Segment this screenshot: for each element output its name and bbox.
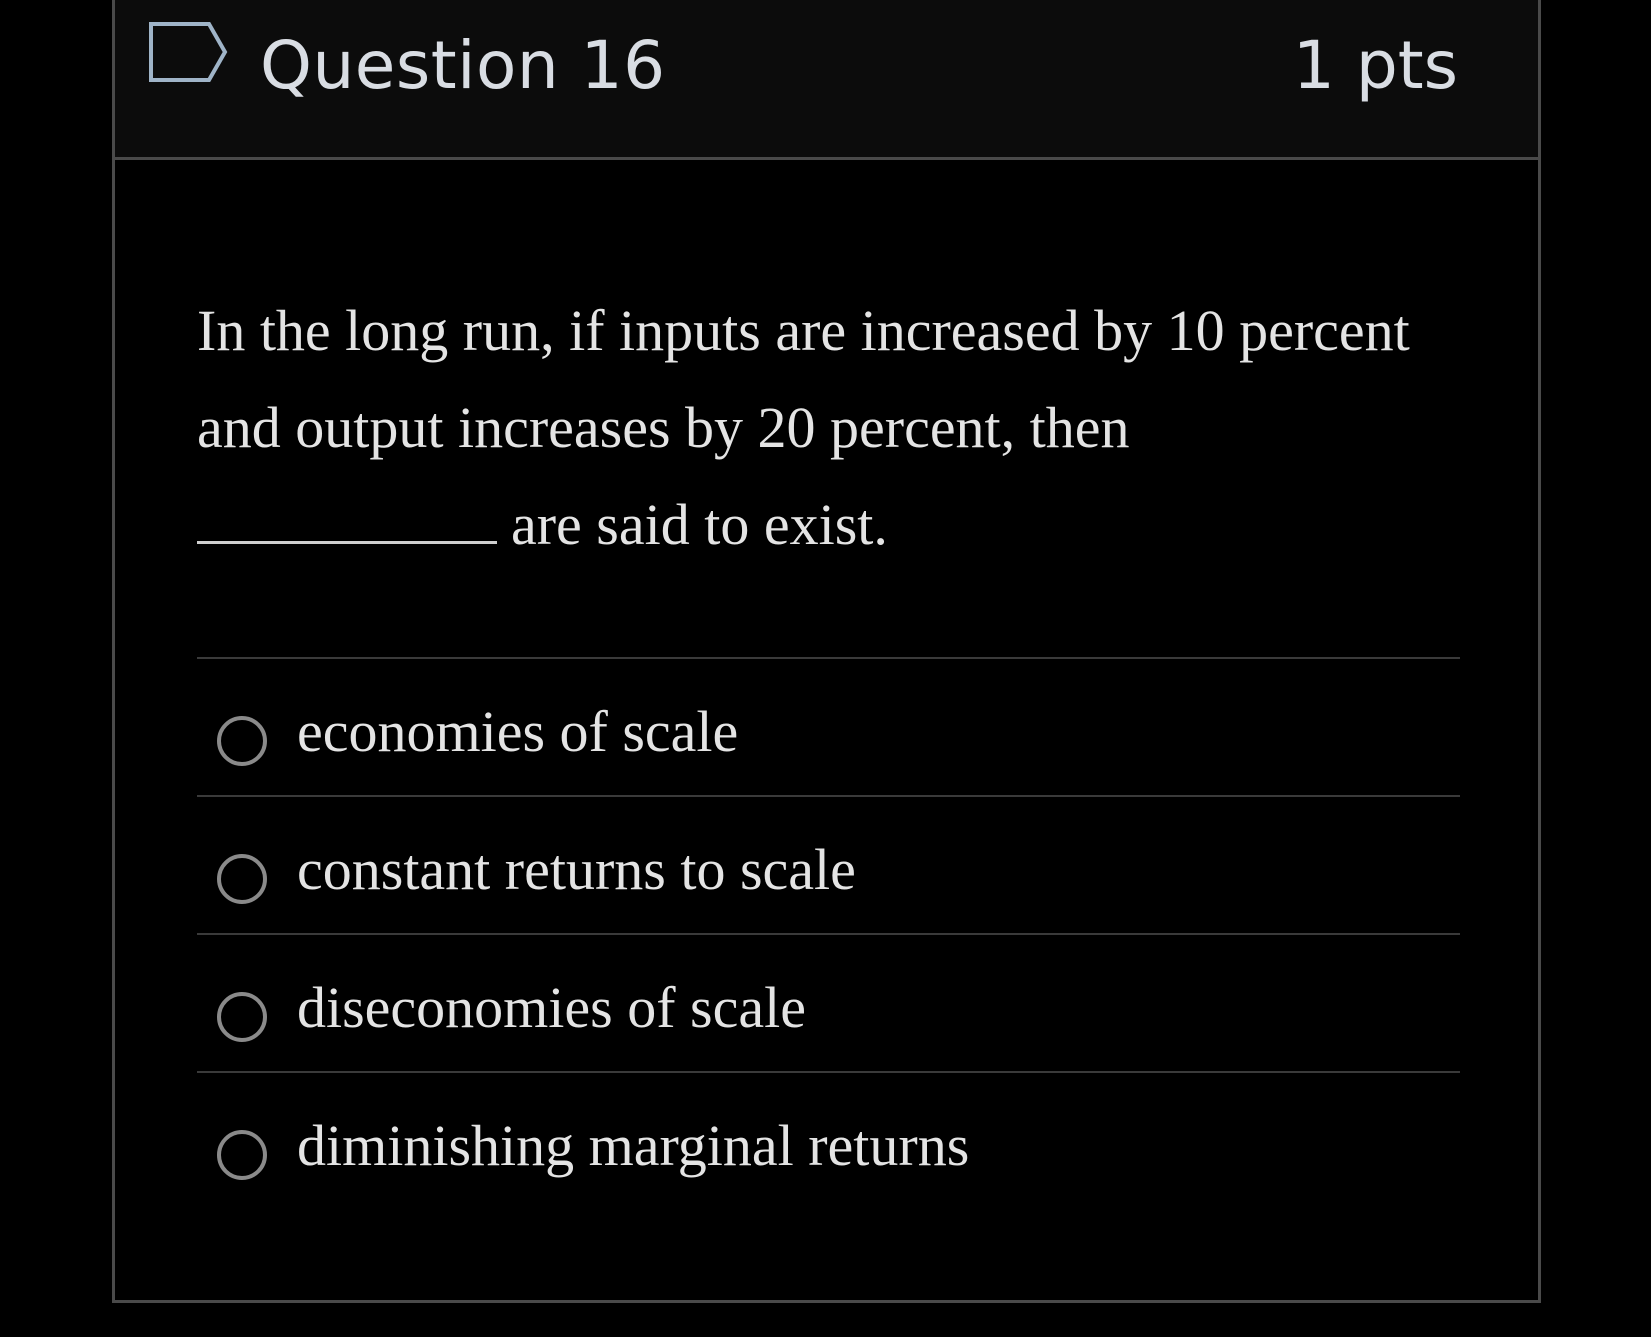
answer-label: diseconomies of scale xyxy=(297,975,806,1040)
flag-icon[interactable] xyxy=(147,20,231,84)
question-text-line: In the long run, if inputs are increased… xyxy=(197,298,1410,363)
question-points: 1 pts xyxy=(1292,27,1458,104)
radio-button[interactable] xyxy=(217,854,267,904)
question-text-tail: are said to exist. xyxy=(511,492,888,557)
radio-button[interactable] xyxy=(217,716,267,766)
answer-label: diminishing marginal returns xyxy=(297,1113,970,1178)
answer-option[interactable]: diseconomies of scale xyxy=(197,933,1460,1071)
question-title: Question 16 xyxy=(260,27,666,104)
answer-option[interactable]: diminishing marginal returns xyxy=(197,1071,1460,1209)
question-card: Question 16 1 pts In the long run, if in… xyxy=(112,0,1541,1303)
answer-option[interactable]: economies of scale xyxy=(197,657,1460,795)
answer-list: economies of scale constant returns to s… xyxy=(197,657,1460,1209)
radio-button[interactable] xyxy=(217,1130,267,1180)
question-text-line: and output increases by 20 percent, then xyxy=(197,395,1130,460)
question-text-line-with-blank: are said to exist. xyxy=(197,476,1487,573)
answer-label: economies of scale xyxy=(297,699,739,764)
fill-in-blank xyxy=(197,499,497,544)
radio-button[interactable] xyxy=(217,992,267,1042)
answer-label: constant returns to scale xyxy=(297,837,856,902)
question-header: Question 16 1 pts xyxy=(115,0,1538,160)
answer-option[interactable]: constant returns to scale xyxy=(197,795,1460,933)
question-text: In the long run, if inputs are increased… xyxy=(197,282,1487,573)
